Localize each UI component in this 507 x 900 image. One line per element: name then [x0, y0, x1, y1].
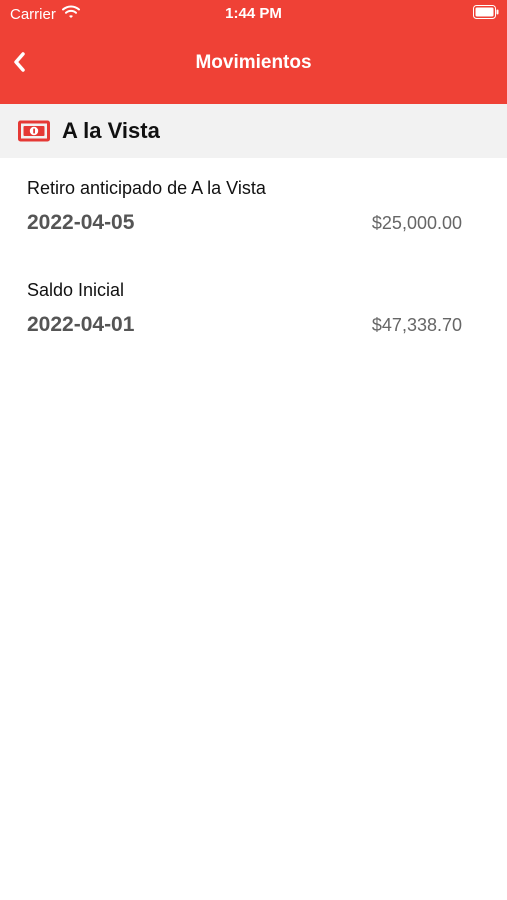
movements-list: Retiro anticipado de A la Vista 2022-04-… [0, 158, 507, 362]
money-bill-icon [18, 120, 50, 142]
movement-description: Retiro anticipado de A la Vista [27, 178, 266, 198]
account-name: A la Vista [62, 118, 160, 143]
movement-date: 2022-04-01 [27, 313, 135, 336]
battery-icon [473, 5, 499, 20]
account-section-header: A la Vista [0, 104, 507, 158]
movement-date: 2022-04-05 [27, 211, 135, 234]
list-item[interactable]: Retiro anticipado de A la Vista 2022-04-… [0, 158, 507, 260]
app-header: Carrier 1:44 PM Movimientos [0, 0, 507, 104]
status-bar: Carrier 1:44 PM [0, 0, 507, 28]
movement-description: Saldo Inicial [27, 280, 125, 300]
page-title: Movimientos [195, 52, 312, 73]
movement-amount: $47,338.70 [371, 315, 462, 335]
list-item[interactable]: Saldo Inicial 2022-04-01 $47,338.70 [0, 260, 507, 362]
movement-amount: $25,000.00 [371, 213, 462, 233]
status-time: 1:44 PM [225, 5, 282, 22]
navigation-bar: Movimientos [0, 40, 507, 90]
